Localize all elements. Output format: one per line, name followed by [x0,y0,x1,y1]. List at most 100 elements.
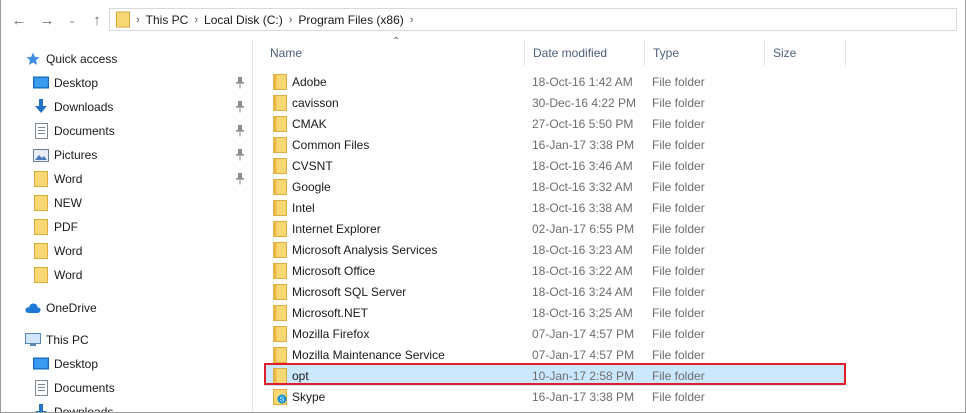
file-type: File folder [652,137,705,152]
nav-onedrive[interactable]: OneDrive [25,297,97,319]
nav-item[interactable]: Word [33,264,82,286]
table-row[interactable]: CMAK 27-Oct-16 5:50 PM File folder [264,113,844,134]
breadcrumb-local-disk[interactable]: Local Disk (C:) [204,13,283,27]
nav-item[interactable]: NEW [33,192,82,214]
breadcrumb-this-pc[interactable]: This PC [146,13,189,27]
table-row[interactable]: Intel 18-Oct-16 3:38 AM File folder [264,197,844,218]
file-name: Microsoft Analysis Services [292,242,438,257]
nav-item[interactable]: Desktop [33,353,98,375]
file-name: CMAK [292,116,327,131]
file-name: CVSNT [292,158,333,173]
table-row[interactable]: S Skype 16-Jan-17 3:38 PM File folder [264,386,844,407]
download-icon [33,404,49,412]
table-row[interactable]: Microsoft Analysis Services 18-Oct-16 3:2… [264,239,844,260]
nav-item[interactable]: Documents [33,120,115,142]
column-header-row: Name Date modified Type Size [262,40,862,66]
table-row[interactable]: Microsoft SQL Server 18-Oct-16 3:24 AM Fil… [264,281,844,302]
file-type: File folder [652,158,705,173]
table-row[interactable]: Google 18-Oct-16 3:32 AM File folder [264,176,844,197]
back-arrow-icon[interactable]: ← [10,10,28,30]
breadcrumb-separator[interactable]: › [136,14,140,26]
file-date-modified: 18-Oct-16 3:23 AM [532,242,633,257]
folder-icon [273,367,287,384]
file-type: File folder [652,326,705,341]
table-row[interactable]: Microsoft Office 18-Oct-16 3:22 AM File fo… [264,260,844,281]
column-header-type[interactable]: Type [645,40,765,66]
nav-quick-access[interactable]: Quick access [25,48,117,70]
row-icon-cell [273,218,287,239]
nav-this-pc[interactable]: This PC [25,329,89,351]
breadcrumb-separator[interactable]: › [194,14,198,26]
table-row[interactable]: Internet Explorer 02-Jan-17 6:55 PM File f… [264,218,844,239]
file-list: ⌃ Name Date modified Type Size Adobe 18-O… [254,36,965,412]
file-date-modified: 18-Oct-16 3:38 AM [532,200,633,215]
breadcrumb-separator[interactable]: › [289,14,293,26]
pin-icon[interactable] [234,101,246,113]
row-icon-cell: S [273,386,287,407]
address-bar[interactable]: › This PC › Local Disk (C:) › Program Fi… [109,8,957,31]
folder-icon [273,346,287,363]
nav-item-label: Downloads [54,100,114,114]
table-row[interactable]: CVSNT 18-Oct-16 3:46 AM File folder [264,155,844,176]
column-header-size[interactable]: Size [765,40,846,66]
row-icon-cell [273,365,287,386]
file-type: File folder [652,305,705,320]
up-arrow-icon[interactable]: ↑ [88,10,106,30]
row-icon-cell [273,260,287,281]
nav-item[interactable]: Desktop [33,72,98,94]
file-name: Skype [292,389,326,404]
row-icon-cell [273,302,287,323]
folder-icon [273,304,287,321]
nav-item[interactable]: Word [33,168,82,190]
file-type: File folder [652,263,705,278]
skype-folder-icon: S [273,388,287,405]
nav-item[interactable]: PDF [33,216,78,238]
file-name: Mozilla Firefox [292,326,370,341]
file-type: File folder [652,368,705,383]
column-header-name[interactable]: Name [262,40,525,66]
breadcrumb-separator[interactable]: › [410,14,414,26]
file-name: Microsoft Office [292,263,376,278]
pin-icon[interactable] [234,173,246,185]
file-name: Intel [292,200,315,215]
table-row[interactable]: Mozilla Firefox 07-Jan-17 4:57 PM File fol… [264,323,844,344]
folder-icon [273,115,287,132]
table-row[interactable]: Common Files 16-Jan-17 3:38 PM File folder [264,134,844,155]
file-name: Common Files [292,137,370,152]
table-row[interactable]: Adobe 18-Oct-16 1:42 AM File folder [264,71,844,92]
nav-item[interactable]: Pictures [33,144,97,166]
nav-item-label: PDF [54,220,78,234]
breadcrumb-program-files[interactable]: Program Files (x86) [298,13,403,27]
nav-item-label: Word [54,244,83,258]
row-icon-cell [273,113,287,134]
nav-item-label: Desktop [54,357,99,371]
table-row[interactable]: opt 10-Jan-17 2:58 PM File folder [264,365,844,386]
recent-locations-chevron-icon[interactable]: ⌄ [63,10,81,30]
folder-icon [273,94,287,111]
table-row[interactable]: cavisson 30-Dec-16 4:22 PM File folder [264,92,844,113]
column-header-date-modified[interactable]: Date modified [525,40,645,66]
file-type: File folder [652,347,705,362]
pin-icon[interactable] [234,125,246,137]
table-row[interactable]: Mozilla Maintenance Service 07-Jan-17 4:5… [264,344,844,365]
folder-icon [273,241,287,258]
nav-item-label: NEW [54,196,82,210]
svg-text:S: S [280,396,285,403]
row-icon-cell [273,323,287,344]
folder-icon [273,73,287,90]
row-icon-cell [273,239,287,260]
row-icon-cell [273,176,287,197]
pin-icon[interactable] [234,149,246,161]
table-row[interactable]: Microsoft.NET 18-Oct-16 3:25 AM File folde… [264,302,844,323]
pin-icon[interactable] [234,77,246,89]
explorer-window: ← → ⌄ ↑ › This PC › Local Disk (C:) › Pr… [0,0,966,413]
nav-item[interactable]: Documents [33,377,115,399]
nav-item[interactable]: Downloads [33,96,113,118]
forward-arrow-icon[interactable]: → [38,10,56,30]
nav-item[interactable]: Word [33,240,82,262]
file-date-modified: 07-Jan-17 4:57 PM [532,347,635,362]
folder-icon [273,157,287,174]
file-name: opt [292,368,309,383]
nav-item-label: Word [54,172,83,186]
nav-item[interactable]: Downloads [33,401,113,412]
